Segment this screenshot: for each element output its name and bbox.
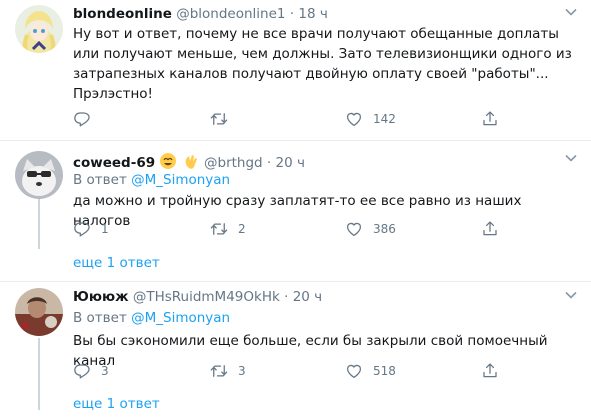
avatar[interactable] bbox=[15, 5, 63, 53]
retweet-icon bbox=[210, 220, 228, 238]
user-handle[interactable]: @brthgd bbox=[204, 155, 263, 171]
reply-icon bbox=[73, 220, 91, 238]
reply-prefix: В ответ bbox=[73, 172, 127, 188]
reply-icon bbox=[73, 110, 91, 128]
tweet-header: blondeonline @blondeonline1 · 18 ч bbox=[73, 6, 328, 22]
photo-avatar-icon bbox=[15, 288, 63, 336]
tweet-actions: 1 2 386 bbox=[73, 220, 513, 240]
tweet-actions: 3 3 518 bbox=[73, 362, 513, 382]
show-more-replies-link[interactable]: еще 1 ответ bbox=[73, 255, 160, 271]
like-count: 386 bbox=[373, 222, 396, 236]
tweet[interactable]: Юююж @THsRuidmM49OkHk · 20 ч В ответ @M_… bbox=[0, 282, 591, 418]
show-more-replies-link[interactable]: еще 1 ответ bbox=[73, 396, 160, 412]
reply-button[interactable] bbox=[73, 110, 91, 128]
share-button[interactable] bbox=[481, 362, 499, 380]
separator-dot: · bbox=[266, 155, 272, 171]
display-name[interactable]: blondeonline bbox=[73, 6, 172, 22]
thread-line bbox=[38, 338, 40, 410]
reply-button[interactable]: 1 bbox=[73, 220, 109, 238]
retweet-button[interactable]: 3 bbox=[210, 362, 246, 380]
retweet-button[interactable]: 2 bbox=[210, 220, 246, 238]
display-name[interactable]: Юююж bbox=[73, 289, 129, 305]
chevron-down-icon[interactable] bbox=[565, 6, 577, 20]
heart-icon bbox=[345, 362, 363, 380]
reply-to-link[interactable]: @M_Simonyan bbox=[131, 172, 230, 188]
thread-line bbox=[38, 197, 40, 249]
separator-dot: · bbox=[289, 6, 295, 22]
dog-avatar-icon bbox=[15, 151, 63, 199]
slightly-smiling-face-emoji-icon bbox=[159, 152, 177, 174]
share-button[interactable] bbox=[481, 110, 499, 128]
share-button[interactable] bbox=[481, 220, 499, 238]
retweet-count: 3 bbox=[238, 364, 246, 378]
tweet-header: coweed-69 @brthgd · 20 ч bbox=[73, 152, 305, 174]
heart-icon bbox=[345, 220, 363, 238]
display-name[interactable]: coweed-69 bbox=[73, 155, 155, 171]
avatar[interactable] bbox=[15, 151, 63, 199]
tweet-text: Ну вот и ответ, почему не все врачи полу… bbox=[73, 26, 572, 102]
reply-count: 3 bbox=[101, 364, 109, 378]
reply-count: 1 bbox=[101, 222, 109, 236]
retweet-icon bbox=[210, 110, 228, 128]
reply-context: В ответ @M_Simonyan bbox=[73, 172, 230, 188]
heart-icon bbox=[345, 110, 363, 128]
timestamp[interactable]: 20 ч bbox=[276, 155, 305, 171]
retweet-icon bbox=[210, 362, 228, 380]
share-icon bbox=[481, 220, 499, 238]
retweet-count: 2 bbox=[238, 222, 246, 236]
tweet[interactable]: coweed-69 @brthgd · 20 ч В ответ @M_Simo… bbox=[0, 141, 591, 282]
conversation-feed: blondeonline @blondeonline1 · 18 ч Ну во… bbox=[0, 0, 591, 418]
like-button[interactable]: 518 bbox=[345, 362, 396, 380]
like-count: 518 bbox=[373, 364, 396, 378]
chevron-down-icon[interactable] bbox=[565, 152, 577, 166]
reply-button[interactable]: 3 bbox=[73, 362, 109, 380]
tweet-header: Юююж @THsRuidmM49OkHk · 20 ч bbox=[73, 289, 322, 305]
like-button[interactable]: 142 bbox=[345, 110, 396, 128]
like-button[interactable]: 386 bbox=[345, 220, 396, 238]
reply-icon bbox=[73, 362, 91, 380]
like-count: 142 bbox=[373, 112, 396, 126]
chevron-down-icon[interactable] bbox=[565, 289, 577, 303]
avatar[interactable] bbox=[15, 288, 63, 336]
separator-dot: · bbox=[284, 289, 289, 305]
anime-girl-avatar-icon bbox=[15, 5, 63, 53]
tweet[interactable]: blondeonline @blondeonline1 · 18 ч Ну во… bbox=[0, 0, 591, 140]
timestamp[interactable]: 20 ч bbox=[293, 289, 322, 305]
user-handle[interactable]: @blondeonline1 bbox=[176, 6, 285, 22]
waving-hand-emoji-icon bbox=[182, 152, 200, 174]
share-icon bbox=[481, 362, 499, 380]
retweet-button[interactable] bbox=[210, 110, 228, 128]
share-icon bbox=[481, 110, 499, 128]
reply-context: В ответ @M_Simonyan bbox=[73, 310, 230, 326]
user-handle[interactable]: @THsRuidmM49OkHk bbox=[133, 289, 280, 305]
tweet-actions: 142 bbox=[73, 110, 513, 130]
timestamp[interactable]: 18 ч bbox=[298, 6, 327, 22]
reply-prefix: В ответ bbox=[73, 310, 127, 326]
reply-to-link[interactable]: @M_Simonyan bbox=[131, 310, 230, 326]
